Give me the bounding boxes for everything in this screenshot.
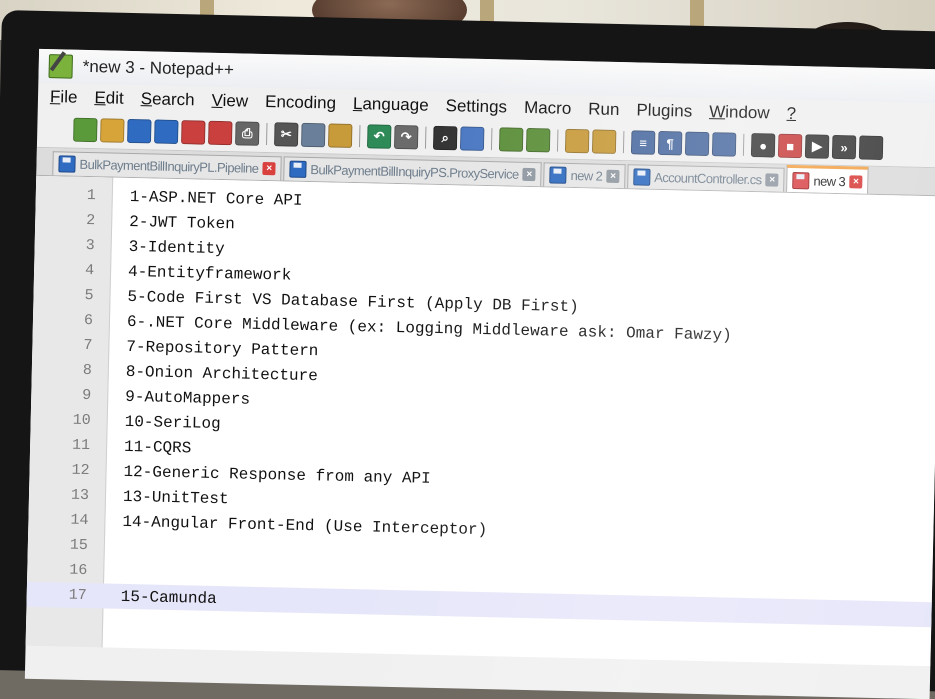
menu-encoding[interactable]: Encoding <box>265 92 336 114</box>
sync-horizontal-icon[interactable] <box>591 129 617 154</box>
line-text: 3-Identity <box>128 237 225 258</box>
document-tab[interactable]: new 3 × <box>786 164 869 194</box>
run-macro-multiple-icon[interactable]: » <box>831 134 857 160</box>
line-number: 1 <box>86 186 97 205</box>
line-number: 11 <box>71 436 91 455</box>
menu-help[interactable]: ? <box>786 104 796 124</box>
tab-close-icon[interactable]: × <box>606 169 620 184</box>
tab-close-icon[interactable]: × <box>262 161 276 176</box>
line-number: 12 <box>71 461 90 480</box>
close-all-icon[interactable] <box>207 120 233 146</box>
toolbar-separator <box>266 123 268 146</box>
toolbar-separator <box>358 125 361 148</box>
line-number: 7 <box>83 336 93 355</box>
record-macro-icon[interactable]: ● <box>750 133 776 158</box>
line-number: 15 <box>69 536 89 555</box>
document-tab[interactable]: AccountController.cs × <box>627 164 785 192</box>
doc-map-icon[interactable] <box>711 132 737 157</box>
find-icon[interactable]: ⌕ <box>432 125 458 151</box>
tab-label: new 3 <box>813 172 846 189</box>
show-all-chars-icon[interactable]: ¶ <box>657 130 683 156</box>
saved-doc-icon <box>549 166 567 184</box>
save-icon[interactable] <box>127 118 152 144</box>
saved-doc-icon <box>633 168 651 186</box>
menu-run[interactable]: Run <box>588 99 620 120</box>
copy-icon[interactable] <box>300 122 326 148</box>
line-number: 6 <box>83 311 94 330</box>
menu-file[interactable]: File <box>50 87 78 108</box>
line-text <box>98 546 122 547</box>
line-text: 7-Repository Pattern <box>126 337 319 360</box>
tab-label: BulkPaymentBillInquiryPL.Pipeline <box>79 156 259 176</box>
play-macro-icon[interactable]: ▶ <box>804 134 830 159</box>
line-text: 10-SeriLog <box>124 412 221 433</box>
save-all-icon[interactable] <box>154 119 179 145</box>
line-number: 8 <box>82 361 93 380</box>
monitor-bezel: *new 3 - Notepad++ File Edit Search View Enc… <box>0 10 935 699</box>
tab-close-icon[interactable]: × <box>849 174 863 189</box>
line-number: 13 <box>70 486 90 505</box>
line-number: 4 <box>84 261 95 280</box>
line-text: 9-AutoMappers <box>125 387 251 409</box>
line-text: 15-Camunda <box>120 587 217 608</box>
toolbar-separator <box>424 126 427 149</box>
open-file-icon[interactable] <box>100 118 125 143</box>
new-file-icon[interactable] <box>73 117 98 143</box>
cut-icon[interactable]: ✂ <box>273 122 299 147</box>
replace-icon[interactable] <box>459 126 485 151</box>
tab-label: BulkPaymentBillInquiryPS.ProxyService <box>310 162 519 182</box>
line-number: 10 <box>72 411 91 430</box>
unsaved-doc-icon <box>792 171 810 189</box>
paste-icon[interactable] <box>327 123 353 148</box>
zoom-in-icon[interactable] <box>498 127 524 152</box>
menu-settings[interactable]: Settings <box>445 96 507 117</box>
menu-search[interactable]: Search <box>141 89 195 110</box>
line-number: 14 <box>70 511 89 530</box>
save-macro-icon[interactable] <box>858 135 884 161</box>
text-editor[interactable]: 1 1-ASP.NET Core API 2 2-JWT Token 3 3-Identi… <box>25 175 935 667</box>
line-number: 5 <box>84 286 94 305</box>
line-text: 8-Onion Architecture <box>125 362 319 385</box>
line-text: 1-ASP.NET Core API <box>129 187 303 210</box>
line-number: 9 <box>82 386 92 405</box>
line-text: 13-UnitTest <box>122 487 229 508</box>
print-icon[interactable]: ⎙ <box>234 121 260 146</box>
close-icon[interactable] <box>181 120 206 145</box>
line-text: 11-CQRS <box>123 437 192 457</box>
menu-window[interactable]: Window <box>709 102 770 123</box>
tab-label: new 2 <box>570 167 603 184</box>
menu-plugins[interactable]: Plugins <box>636 100 692 121</box>
toolbar-separator <box>622 131 625 154</box>
tab-label: AccountController.cs <box>654 169 762 188</box>
line-text: 2-JWT Token <box>129 212 236 233</box>
line-number: 2 <box>86 211 96 230</box>
toolbar-separator <box>742 133 745 156</box>
word-wrap-icon[interactable]: ≡ <box>630 130 656 155</box>
indent-guide-icon[interactable] <box>684 131 710 157</box>
line-number: 17 <box>68 586 87 605</box>
toolbar-separator <box>556 129 559 152</box>
line-number: 3 <box>85 236 95 255</box>
toolbar-separator <box>490 128 493 151</box>
line-number: 16 <box>69 561 88 580</box>
undo-icon[interactable]: ↶ <box>366 124 392 149</box>
menu-macro[interactable]: Macro <box>524 98 572 119</box>
document-tab[interactable]: new 2 × <box>543 162 626 189</box>
zoom-out-icon[interactable] <box>525 127 551 153</box>
tab-close-icon[interactable]: × <box>522 167 536 182</box>
window-title: *new 3 - Notepad++ <box>82 56 235 80</box>
menu-view[interactable]: View <box>211 91 248 112</box>
menu-language[interactable]: Language <box>353 94 429 116</box>
notepadpp-window: *new 3 - Notepad++ File Edit Search View Enc… <box>24 48 935 699</box>
notepadpp-app-icon <box>48 54 74 79</box>
tab-close-icon[interactable]: × <box>765 173 779 187</box>
saved-doc-icon <box>289 160 307 178</box>
line-text: 4-Entityframework <box>127 262 292 285</box>
line-text <box>97 571 121 572</box>
saved-doc-icon <box>58 155 76 173</box>
stop-record-icon[interactable]: ■ <box>777 133 803 159</box>
sync-vertical-icon[interactable] <box>564 128 590 154</box>
menu-edit[interactable]: Edit <box>94 88 124 109</box>
redo-icon[interactable]: ↷ <box>393 124 419 150</box>
